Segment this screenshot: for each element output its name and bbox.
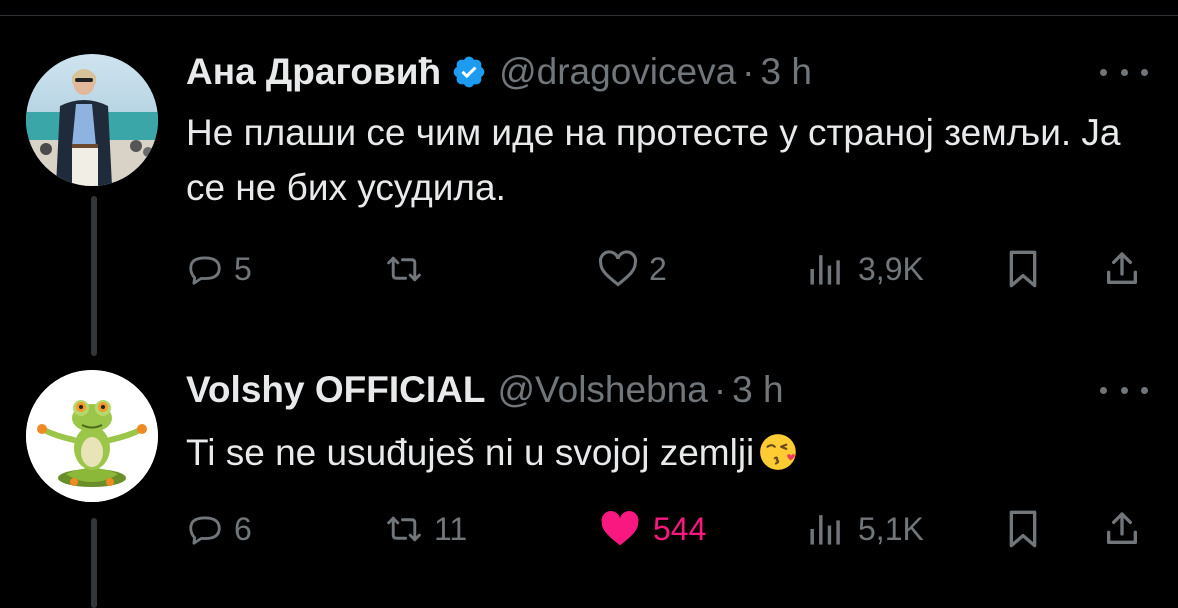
reply-icon bbox=[189, 516, 221, 545]
bookmark-button[interactable] bbox=[1006, 504, 1040, 554]
handle[interactable]: @Volshebna bbox=[497, 369, 707, 411]
reply-button[interactable]: 6 bbox=[186, 504, 252, 554]
retweet-icon bbox=[387, 516, 421, 542]
reply-count: 5 bbox=[234, 250, 252, 287]
avatar[interactable] bbox=[26, 370, 158, 502]
thread-connector bbox=[91, 196, 97, 356]
timestamp[interactable]: 3 h bbox=[732, 369, 783, 411]
views-count: 3,9K bbox=[858, 250, 924, 287]
retweet-count: 11 bbox=[434, 510, 468, 547]
retweet-icon bbox=[387, 256, 421, 282]
reply-button[interactable]: 5 bbox=[186, 244, 252, 294]
like-button[interactable]: 2 bbox=[597, 244, 667, 294]
tweet-text: Не плаши се чим иде на протесте у страно… bbox=[186, 112, 1121, 208]
share-button[interactable] bbox=[1102, 504, 1142, 554]
tweet-text-content: Ti se ne usuđuješ ni u svojoj zemlji bbox=[186, 432, 755, 473]
reply-count: 6 bbox=[234, 510, 252, 547]
share-icon bbox=[1107, 252, 1137, 284]
more-options-icon[interactable] bbox=[1100, 57, 1148, 87]
face-blowing-kiss-emoji-icon bbox=[760, 434, 797, 470]
heart-filled-icon bbox=[601, 510, 639, 546]
share-button[interactable] bbox=[1102, 244, 1142, 294]
tweet-text: Ti se ne usuđuješ ni u svojoj zemlji bbox=[186, 425, 1126, 480]
views-count: 5,1K bbox=[858, 510, 924, 547]
bookmark-icon bbox=[1009, 510, 1037, 548]
views-button[interactable]: 3,9K bbox=[804, 244, 924, 294]
reply-icon bbox=[189, 256, 221, 285]
bookmark-button[interactable] bbox=[1006, 244, 1040, 294]
retweet-button[interactable]: 11 bbox=[384, 504, 467, 554]
retweet-button[interactable] bbox=[384, 244, 434, 294]
avatar[interactable] bbox=[26, 54, 158, 186]
tweet-header: Volshy OFFICIAL @Volshebna · 3 h bbox=[186, 367, 784, 413]
views-button[interactable]: 5,1K bbox=[804, 504, 924, 554]
verified-badge-icon bbox=[453, 56, 485, 88]
views-chart-icon bbox=[810, 515, 840, 545]
heart-icon bbox=[598, 250, 638, 287]
separator-dot: · bbox=[713, 369, 727, 410]
like-count: 544 bbox=[653, 510, 707, 547]
bookmark-icon bbox=[1009, 250, 1037, 288]
handle[interactable]: @dragoviceva bbox=[499, 51, 736, 93]
top-divider bbox=[0, 15, 1178, 16]
more-options-icon[interactable] bbox=[1100, 375, 1148, 405]
views-chart-icon bbox=[810, 255, 840, 285]
separator-dot: · bbox=[742, 51, 755, 92]
display-name[interactable]: Volshy OFFICIAL bbox=[186, 369, 485, 411]
thread-connector bbox=[91, 518, 97, 608]
tweet-header: Ана Драговић @dragoviceva · 3 h bbox=[186, 49, 812, 95]
like-button[interactable]: 544 bbox=[597, 504, 706, 554]
like-count: 2 bbox=[649, 250, 667, 287]
share-icon bbox=[1107, 512, 1137, 544]
timestamp[interactable]: 3 h bbox=[761, 51, 812, 93]
display-name[interactable]: Ана Драговић bbox=[186, 51, 441, 93]
